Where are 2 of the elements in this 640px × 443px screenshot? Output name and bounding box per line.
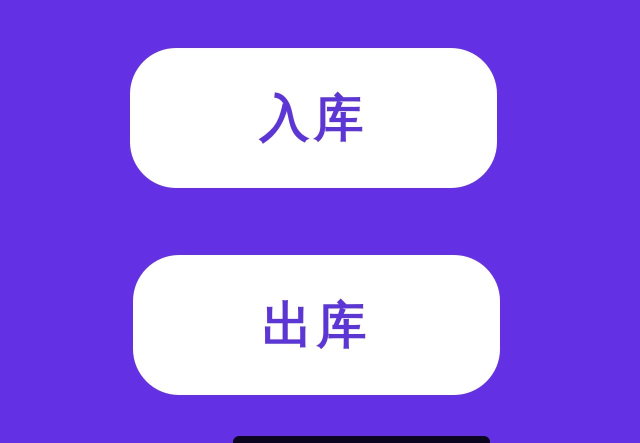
action-button[interactable]: 入库 (130, 48, 497, 188)
action-button[interactable]: 出库 (133, 255, 500, 395)
